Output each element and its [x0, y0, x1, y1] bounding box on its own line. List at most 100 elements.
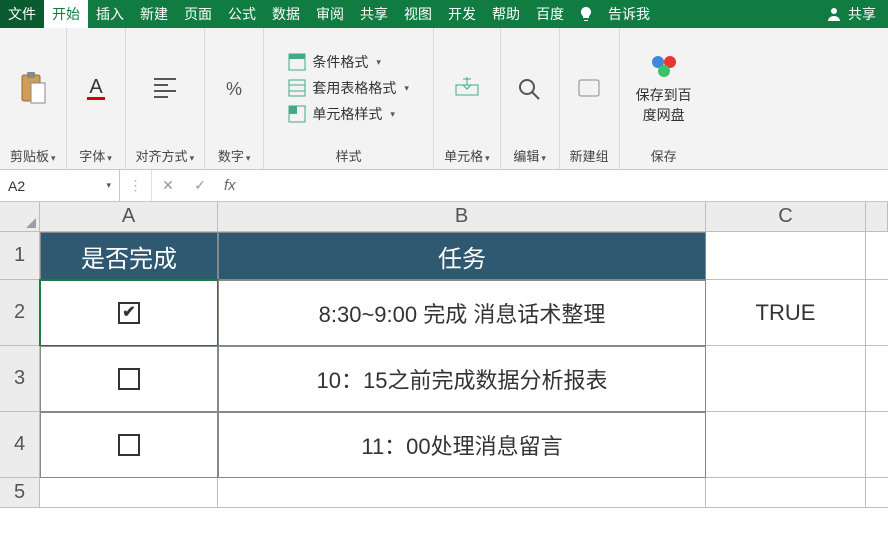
tab-review[interactable]: 审阅 [308, 0, 352, 28]
tell-me[interactable]: 告诉我 [600, 0, 658, 28]
enter-button[interactable]: ✓ [184, 170, 216, 201]
checkbox-unchecked[interactable] [118, 434, 140, 456]
chevron-down-icon[interactable]: ▾ [485, 153, 490, 163]
spreadsheet-grid: A B C 1 是否完成 任务 2 ✔ 8:30~9:00 完成 消息话术整理 … [0, 202, 888, 508]
font-button[interactable]: A [77, 71, 115, 105]
namebox-divider: ⋮ [120, 170, 152, 201]
col-header-a[interactable]: A [40, 202, 218, 232]
cell-a3[interactable] [40, 346, 218, 412]
formula-input[interactable] [244, 178, 888, 194]
row-header-1[interactable]: 1 [0, 232, 40, 280]
tab-page-layout[interactable]: 页面 [176, 0, 220, 28]
share-button[interactable]: 共享 [848, 4, 876, 24]
row-header-4[interactable]: 4 [0, 412, 40, 478]
checkbox-unchecked[interactable] [118, 368, 140, 390]
group-alignment: 对齐方式▾ [126, 28, 206, 169]
cell-b4[interactable]: 11：00处理消息留言 [218, 412, 706, 478]
cell-style-button[interactable]: 单元格样式▾ [288, 104, 395, 124]
cond-fmt-icon [288, 53, 306, 71]
font-label: 字体 [79, 149, 105, 164]
name-box[interactable]: A2 ▾ [0, 170, 120, 201]
cells-button[interactable] [448, 73, 486, 103]
conditional-format-button[interactable]: 条件格式 ▾ [288, 52, 381, 72]
svg-text:A: A [89, 76, 103, 98]
chevron-down-icon[interactable]: ▾ [376, 57, 381, 68]
styles-label: 样式 [336, 142, 362, 165]
tbl-fmt-icon [288, 79, 306, 97]
cell-c3[interactable] [706, 346, 866, 412]
tab-new[interactable]: 新建 [132, 0, 176, 28]
select-all-corner[interactable] [0, 202, 40, 232]
cell-b2[interactable]: 8:30~9:00 完成 消息话术整理 [218, 280, 706, 346]
group-clipboard: 剪贴板▾ [0, 28, 67, 169]
tab-formulas[interactable]: 公式 [220, 0, 264, 28]
tbl-fmt-label: 套用表格格式 [312, 78, 396, 98]
number-button[interactable]: % [215, 73, 253, 103]
paste-button[interactable] [15, 69, 51, 107]
cell-c1[interactable] [706, 232, 866, 280]
svg-text:%: % [226, 79, 242, 99]
tab-share[interactable]: 共享 [352, 0, 396, 28]
tab-help[interactable]: 帮助 [484, 0, 528, 28]
chevron-down-icon[interactable]: ▾ [404, 83, 409, 94]
cell-b5[interactable] [218, 478, 706, 508]
col-header-d[interactable] [866, 202, 888, 232]
tab-data[interactable]: 数据 [264, 0, 308, 28]
cell-a1[interactable]: 是否完成 [40, 232, 218, 280]
row-header-5[interactable]: 5 [0, 478, 40, 508]
alignment-label: 对齐方式 [136, 149, 188, 164]
lightbulb-icon[interactable] [572, 0, 600, 28]
group-styles: 条件格式 ▾ 套用表格格式 ▾ 单元格样式▾ 样式 [264, 28, 434, 169]
table-format-button[interactable]: 套用表格格式 ▾ [288, 78, 409, 98]
chevron-down-icon[interactable]: ▾ [106, 180, 111, 191]
cell-a4[interactable] [40, 412, 218, 478]
user-icon[interactable] [826, 6, 842, 22]
cell-c4[interactable] [706, 412, 866, 478]
formula-bar: A2 ▾ ⋮ ✕ ✓ fx [0, 170, 888, 202]
editing-button[interactable] [511, 73, 549, 103]
chevron-down-icon[interactable]: ▾ [246, 153, 251, 163]
col-header-b[interactable]: B [218, 202, 706, 232]
cell-b1[interactable]: 任务 [218, 232, 706, 280]
cell-d3[interactable] [866, 346, 888, 412]
newgroup-button[interactable] [570, 73, 608, 103]
name-box-value: A2 [8, 178, 25, 194]
cells-label: 单元格 [444, 149, 483, 164]
cell-d1[interactable] [866, 232, 888, 280]
cond-fmt-label: 条件格式 [312, 52, 368, 72]
cell-d5[interactable] [866, 478, 888, 508]
baidu-group-label: 保存 [651, 142, 677, 165]
row-header-3[interactable]: 3 [0, 346, 40, 412]
tab-baidu[interactable]: 百度 [528, 0, 572, 28]
chevron-down-icon[interactable]: ▾ [190, 153, 195, 163]
cell-c2[interactable]: TRUE [706, 280, 866, 346]
group-font: A 字体▾ [67, 28, 126, 169]
group-number: % 数字▾ [205, 28, 264, 169]
tab-home[interactable]: 开始 [44, 0, 88, 28]
cell-c5[interactable] [706, 478, 866, 508]
tab-view[interactable]: 视图 [396, 0, 440, 28]
editing-label: 编辑 [513, 149, 539, 164]
baidu-save-button[interactable]: 保存到百度网盘 [630, 49, 698, 127]
cell-a5[interactable] [40, 478, 218, 508]
tab-file[interactable]: 文件 [0, 0, 44, 28]
tab-developer[interactable]: 开发 [440, 0, 484, 28]
cancel-button[interactable]: ✕ [152, 170, 184, 201]
newgroup-label: 新建组 [570, 142, 609, 165]
cell-d2[interactable] [866, 280, 888, 346]
chevron-down-icon[interactable]: ▾ [107, 153, 112, 163]
cell-d4[interactable] [866, 412, 888, 478]
chevron-down-icon[interactable]: ▾ [51, 153, 56, 163]
tab-insert[interactable]: 插入 [88, 0, 132, 28]
chevron-down-icon[interactable]: ▾ [541, 153, 546, 163]
col-header-c[interactable]: C [706, 202, 866, 232]
cell-a2[interactable]: ✔ [40, 280, 218, 346]
row-header-2[interactable]: 2 [0, 280, 40, 346]
align-button[interactable] [146, 73, 184, 103]
baidu-save-label: 保存到百度网盘 [634, 85, 694, 125]
cell-b3[interactable]: 10：15之前完成数据分析报表 [218, 346, 706, 412]
fx-label[interactable]: fx [216, 177, 244, 194]
number-label: 数字 [218, 149, 244, 164]
checkbox-checked[interactable]: ✔ [118, 302, 140, 324]
chevron-down-icon[interactable]: ▾ [390, 109, 395, 120]
